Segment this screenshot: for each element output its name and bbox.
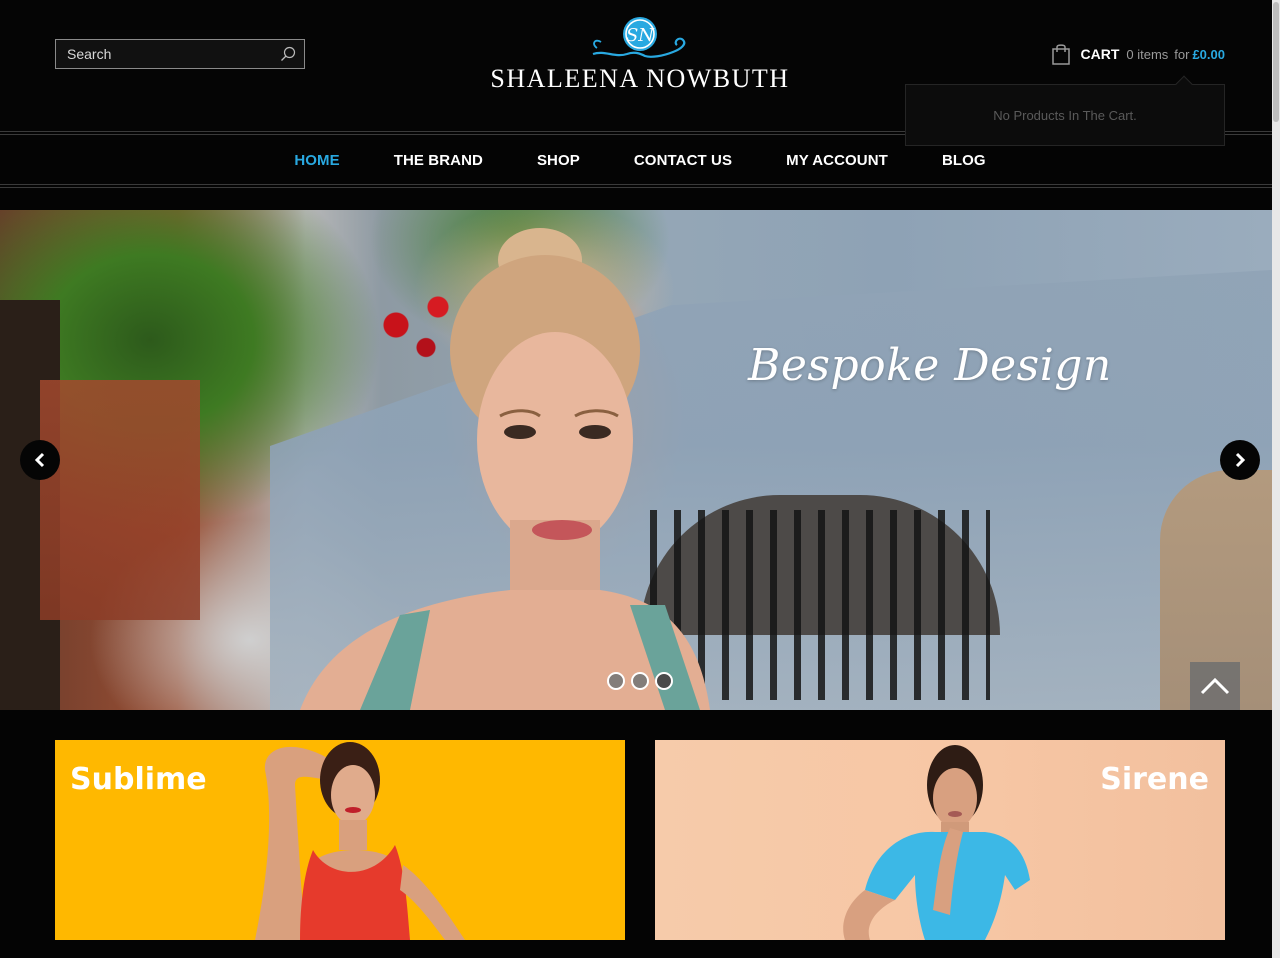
cart-item-count: 0 items bbox=[1126, 46, 1169, 62]
promo-sublime[interactable]: Sublime bbox=[55, 740, 625, 940]
scrollbar-thumb[interactable] bbox=[1273, 2, 1279, 122]
cart-dropdown: No Products In The Cart. bbox=[905, 75, 1225, 146]
slider-dot-1[interactable] bbox=[607, 672, 625, 690]
chevron-left-icon bbox=[34, 452, 45, 468]
nav-bottom-divider bbox=[0, 184, 1280, 185]
nav-item-the-brand[interactable]: THE BRAND bbox=[394, 152, 483, 169]
nav-item-blog[interactable]: BLOG bbox=[942, 152, 986, 169]
shopping-bag-icon bbox=[1052, 44, 1071, 65]
hero-slider: Bespoke Design bbox=[0, 210, 1272, 710]
cart-label: CART bbox=[1080, 46, 1120, 62]
slider-pagination bbox=[607, 672, 673, 690]
logo-monogram-icon: SN bbox=[592, 17, 686, 58]
brand-logo[interactable]: SN SHALEENA NOWBUTH bbox=[490, 14, 790, 96]
search-box[interactable] bbox=[55, 39, 305, 69]
slide-brick-building bbox=[40, 380, 200, 620]
promo-sirene-title: Sirene bbox=[1100, 762, 1209, 797]
cart-total: £0.00 bbox=[1192, 46, 1225, 62]
cart-summary[interactable]: CART 0 items for £0.00 bbox=[1051, 40, 1225, 68]
nav-item-my-account[interactable]: MY ACCOUNT bbox=[786, 152, 888, 169]
nav-item-contact-us[interactable]: CONTACT US bbox=[634, 152, 732, 169]
search-input[interactable] bbox=[56, 40, 304, 68]
slider-dot-2[interactable] bbox=[631, 672, 649, 690]
cart-for-text: for bbox=[1174, 46, 1190, 62]
slide-caption: Bespoke Design bbox=[748, 340, 1112, 391]
chevron-right-icon bbox=[1235, 452, 1246, 468]
slider-next-button[interactable] bbox=[1220, 440, 1260, 480]
promo-sirene-model-image bbox=[843, 745, 1030, 940]
slide-model-image bbox=[300, 228, 710, 710]
nav-bottom-divider-2 bbox=[0, 187, 1280, 188]
promo-sublime-title: Sublime bbox=[70, 762, 207, 797]
slider-dot-3[interactable] bbox=[655, 672, 673, 690]
nav-item-home[interactable]: HOME bbox=[294, 152, 339, 169]
search-icon[interactable] bbox=[280, 46, 296, 62]
promo-sirene[interactable]: Sirene bbox=[655, 740, 1225, 940]
logo-monogram-text: SN bbox=[626, 25, 655, 46]
brand-name: SHALEENA NOWBUTH bbox=[490, 64, 790, 93]
back-to-top-button[interactable] bbox=[1190, 662, 1240, 710]
slider-prev-button[interactable] bbox=[20, 440, 60, 480]
chevron-up-icon bbox=[1200, 677, 1230, 695]
promo-sublime-model-image bbox=[255, 742, 465, 940]
nav-item-shop[interactable]: SHOP bbox=[537, 152, 580, 169]
page-scrollbar[interactable] bbox=[1272, 0, 1280, 958]
cart-empty-message: No Products In The Cart. bbox=[993, 108, 1137, 123]
